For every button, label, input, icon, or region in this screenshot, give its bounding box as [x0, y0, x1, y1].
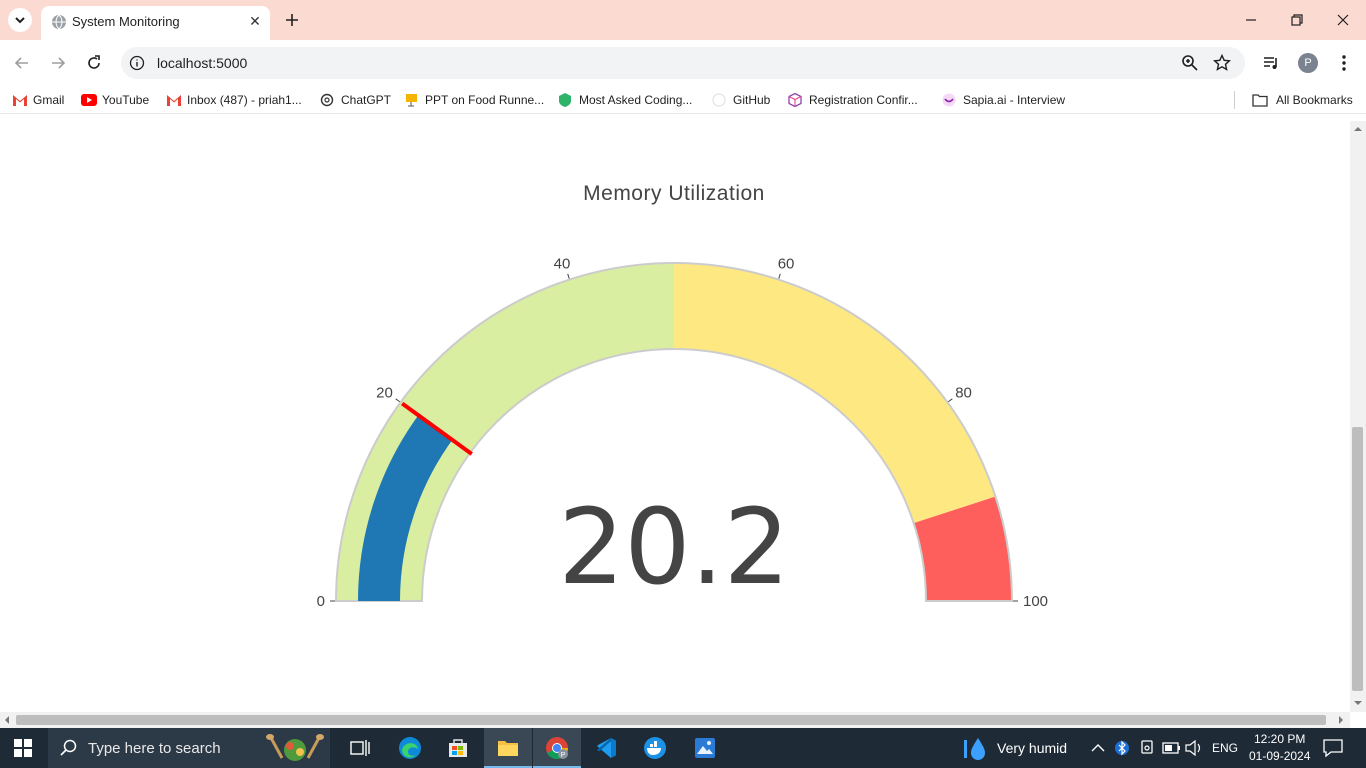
- tab-system-monitoring[interactable]: System Monitoring ✕: [41, 6, 270, 40]
- gauge-tick-mark: [395, 398, 401, 403]
- clock-time[interactable]: 12:20 PM: [1254, 732, 1305, 746]
- bookmarks-divider: [1234, 91, 1235, 109]
- vertical-scroll-thumb[interactable]: [1352, 427, 1363, 691]
- bookmarks-bar: Gmail YouTube Inbox (487) - priah1... Ch…: [0, 86, 1366, 114]
- windows-taskbar: Type here to search P Very humid ENG 12:…: [0, 728, 1366, 768]
- gauge-tick-mark: [778, 273, 781, 279]
- tab-search-button[interactable]: [8, 8, 32, 32]
- shield-icon: [559, 93, 571, 107]
- bookmark-star-icon[interactable]: [1213, 54, 1231, 72]
- taskbar-vscode[interactable]: [582, 728, 630, 768]
- minimize-icon: [1246, 19, 1256, 21]
- zoom-icon[interactable]: [1181, 54, 1199, 72]
- horizontal-scrollbar[interactable]: [0, 712, 1350, 728]
- reload-button[interactable]: [82, 51, 106, 75]
- gauge-tick-mark: [947, 398, 953, 403]
- chrome-icon: P: [546, 737, 568, 759]
- gauge-value: 20.2: [558, 486, 790, 608]
- new-tab-button[interactable]: [280, 8, 304, 32]
- page-content: Memory Utilization 0 20 40 60 80 100 20.2: [0, 121, 1350, 712]
- gauge-tick-label: 0: [317, 593, 325, 610]
- clock-date[interactable]: 01-09-2024: [1249, 749, 1310, 763]
- restore-icon: [1291, 14, 1303, 26]
- close-icon: [1337, 14, 1349, 26]
- battery-icon[interactable]: [1162, 741, 1182, 755]
- gauge-tick-mark: [567, 273, 570, 279]
- photos-icon: [695, 738, 715, 758]
- chevron-down-icon: [15, 17, 25, 24]
- taskbar-file-explorer[interactable]: [484, 728, 532, 768]
- scroll-down-icon[interactable]: [1353, 699, 1363, 707]
- windows-start-icon[interactable]: [14, 739, 32, 757]
- minimize-button[interactable]: [1239, 8, 1263, 32]
- reload-icon: [88, 55, 100, 69]
- arrow-right-icon: [52, 57, 66, 69]
- taskbar-store[interactable]: [434, 728, 482, 768]
- scroll-right-icon[interactable]: [1337, 715, 1345, 725]
- search-placeholder: Type here to search: [88, 740, 221, 757]
- folder-icon: [1252, 94, 1268, 107]
- cube-icon: [788, 93, 802, 107]
- gauge-tick-label: 40: [554, 255, 571, 272]
- gauge-step-1: [674, 263, 996, 524]
- arrow-left-icon: [14, 57, 28, 69]
- device-icon[interactable]: [1139, 739, 1155, 757]
- gauge-tick-label: 100: [1023, 593, 1048, 610]
- tab-strip: System Monitoring ✕: [0, 0, 1366, 40]
- gauge-tick-label: 60: [778, 255, 795, 272]
- volume-icon[interactable]: [1185, 740, 1203, 756]
- task-view-button[interactable]: [336, 728, 384, 768]
- chevron-up-icon[interactable]: [1090, 741, 1106, 755]
- scroll-left-icon[interactable]: [3, 715, 11, 725]
- task-view-icon: [350, 740, 370, 756]
- scroll-up-icon[interactable]: [1353, 125, 1363, 133]
- site-info-icon[interactable]: [129, 55, 145, 71]
- sapia-icon: [942, 93, 956, 107]
- gauge-tick-label: 80: [955, 384, 972, 401]
- weather-humidity-icon[interactable]: [962, 736, 990, 762]
- github-icon: [712, 93, 726, 107]
- search-icon: [60, 739, 77, 756]
- close-window-button[interactable]: [1331, 8, 1355, 32]
- bluetooth-icon[interactable]: [1115, 739, 1129, 757]
- forward-button[interactable]: [46, 51, 70, 75]
- gauge-tick-label: 20: [376, 384, 393, 401]
- taskbar-search[interactable]: Type here to search: [48, 728, 330, 768]
- taskbar-edge[interactable]: [386, 728, 434, 768]
- browser-toolbar: localhost:5000 P: [0, 40, 1366, 86]
- address-bar[interactable]: localhost:5000: [121, 47, 1245, 79]
- gauge-title: Memory Utilization: [583, 182, 765, 205]
- weather-text[interactable]: Very humid: [997, 740, 1067, 756]
- vertical-scrollbar[interactable]: [1350, 121, 1366, 712]
- folder-icon: [498, 741, 518, 756]
- gmail-icon: [167, 95, 181, 106]
- plus-icon: [286, 14, 298, 26]
- svg-text:P: P: [561, 752, 566, 759]
- back-button[interactable]: [10, 51, 34, 75]
- media-control-icon[interactable]: [1262, 54, 1280, 72]
- edge-icon: [399, 737, 421, 759]
- kebab-menu-icon[interactable]: [1335, 53, 1353, 73]
- horizontal-scroll-thumb[interactable]: [16, 715, 1326, 725]
- search-highlight-icon: [266, 734, 324, 761]
- globe-icon: [52, 14, 66, 30]
- close-tab-icon[interactable]: ✕: [245, 11, 265, 31]
- youtube-icon: [81, 94, 97, 106]
- profile-avatar[interactable]: P: [1298, 53, 1318, 73]
- taskbar-docker[interactable]: [631, 728, 679, 768]
- presentation-icon: [406, 94, 417, 107]
- vscode-icon: [597, 738, 616, 758]
- url-text[interactable]: localhost:5000: [157, 55, 247, 71]
- notifications-icon[interactable]: [1323, 738, 1343, 758]
- chatgpt-icon: [320, 93, 334, 107]
- docker-icon: [644, 737, 666, 759]
- tab-title: System Monitoring: [72, 14, 180, 29]
- taskbar-chrome[interactable]: P: [533, 728, 581, 768]
- taskbar-photos[interactable]: [681, 728, 729, 768]
- restore-button[interactable]: [1285, 8, 1309, 32]
- gmail-icon: [13, 95, 27, 106]
- memory-gauge: Memory Utilization 0 20 40 60 80 100 20.2: [317, 182, 1048, 610]
- language-indicator[interactable]: ENG: [1212, 741, 1238, 755]
- store-icon: [449, 739, 467, 757]
